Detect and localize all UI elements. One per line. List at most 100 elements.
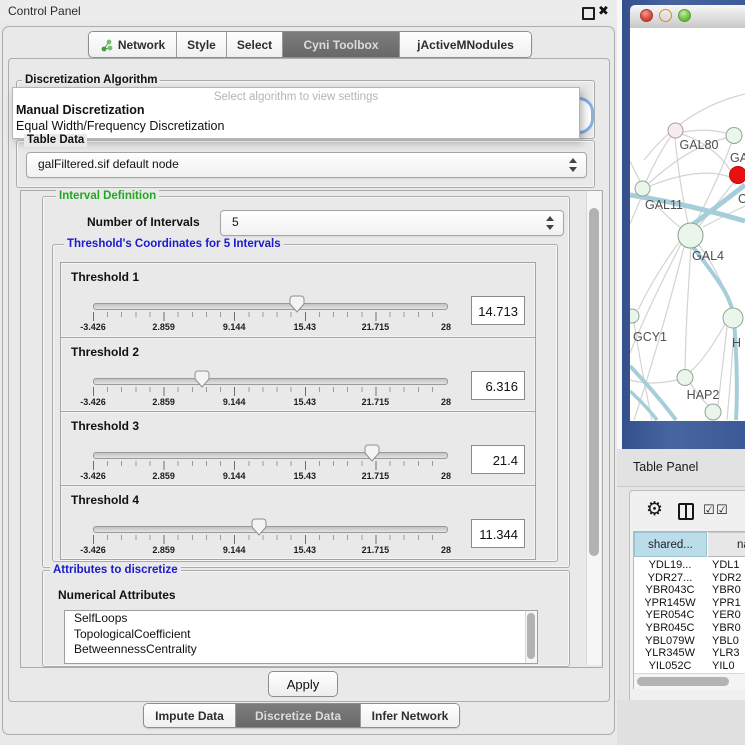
threshold-4-value[interactable]: 11.344	[471, 519, 525, 548]
node-gal11[interactable]	[635, 181, 650, 196]
list-item[interactable]: TopologicalCoefficient	[65, 627, 537, 643]
label-ga: GA	[730, 151, 745, 165]
tab-impute-data[interactable]: Impute Data	[144, 704, 236, 727]
table-row[interactable]: YBL079WYBL0	[634, 635, 745, 648]
table-rows: YDL19...YDL1 YDR27...YDR2 YBR043CYBR0 YP…	[634, 559, 745, 672]
tick-label: 21.715	[362, 397, 390, 407]
threshold-3-slider[interactable]: -3.426 2.859 9.144 15.43 21.715 28	[93, 412, 446, 485]
column-header-name[interactable]: na	[708, 532, 745, 557]
tab-style[interactable]: Style	[177, 32, 227, 57]
tab-cyni-toolbox[interactable]: Cyni Toolbox	[283, 32, 400, 57]
node-ga[interactable]	[726, 128, 742, 144]
slider-thumb[interactable]	[251, 518, 267, 536]
slider-thumb[interactable]	[364, 444, 380, 462]
tick-label: 9.144	[223, 471, 246, 481]
threshold-1-value[interactable]: 14.713	[471, 296, 525, 325]
mac-close-light[interactable]	[640, 9, 653, 22]
list-scrollbar-thumb[interactable]	[527, 613, 535, 659]
threshold-3-value[interactable]: 21.4	[471, 445, 525, 474]
node-red-selected[interactable]	[730, 167, 745, 184]
horizontal-scrollbar-thumb[interactable]	[637, 677, 729, 686]
gear-icon[interactable]: ⚙	[646, 498, 663, 521]
tick-label: 21.715	[362, 322, 390, 332]
mac-zoom-light[interactable]	[678, 9, 691, 22]
tick-label: -3.426	[80, 545, 106, 555]
node-gcy1[interactable]	[630, 309, 639, 323]
threshold-2-value[interactable]: 6.316	[471, 371, 525, 400]
table-row[interactable]: YIL052CYIL0	[634, 660, 745, 672]
list-item[interactable]: SelfLoops	[65, 611, 537, 627]
mac-minimize-light[interactable]	[659, 9, 672, 22]
tab-select[interactable]: Select	[227, 32, 283, 57]
table-row[interactable]: YER054CYER0	[634, 609, 745, 622]
slider-track[interactable]	[93, 526, 448, 533]
tick-label: 2.859	[152, 397, 175, 407]
node-gal4[interactable]	[678, 223, 703, 248]
threshold-1-slider[interactable]: -3.426 2.859 9.144 15.43 21.715 28	[93, 263, 446, 337]
slider-track[interactable]	[93, 452, 448, 459]
popup-item-equal-width-frequency[interactable]: Equal Width/Frequency Discretization	[13, 119, 579, 135]
table-row[interactable]: YBR043CYBR0	[634, 584, 745, 597]
number-of-intervals-value: 5	[232, 215, 239, 229]
thresholds-group-label: Threshold's Coordinates for 5 Intervals	[64, 238, 284, 251]
close-icon[interactable]: ✖	[598, 3, 609, 19]
checkbox-icon[interactable]: ☑	[703, 502, 715, 518]
network-window-titlebar[interactable]	[630, 5, 745, 29]
tab-network[interactable]: Network	[89, 32, 177, 57]
tick-label: 9.144	[223, 322, 246, 332]
tick-label: 21.715	[362, 545, 390, 555]
threshold-4-slider[interactable]: -3.426 2.859 9.144 15.43 21.715 28	[93, 486, 446, 559]
table-row[interactable]: YDR27...YDR2	[634, 572, 745, 585]
control-panel-title: Control Panel	[8, 4, 81, 18]
vertical-scrollbar-thumb[interactable]	[589, 208, 599, 556]
network-canvas[interactable]: GAL80 GA C GAL11 GAL4 GCY1 H HAP2	[630, 28, 745, 421]
table-row[interactable]: YLR345WYLR3	[634, 647, 745, 660]
checkbox-icon[interactable]: ☑	[716, 502, 728, 518]
table-row[interactable]: YBR045CYBR0	[634, 622, 745, 635]
tab-discretize-data[interactable]: Discretize Data	[236, 704, 361, 727]
table-data-combo-value: galFiltered.sif default node	[38, 157, 179, 171]
attributes-group-label: Attributes to discretize	[50, 564, 181, 577]
threshold-2-slider[interactable]: -3.426 2.859 9.144 15.43 21.715 28	[93, 338, 446, 411]
table-row[interactable]: YPR145WYPR1	[634, 597, 745, 610]
numerical-attributes-label: Numerical Attributes	[58, 588, 176, 602]
slider-track[interactable]	[93, 378, 448, 385]
algorithm-dropdown-popup: Select algorithm to view settings Manual…	[12, 87, 580, 139]
column-header-shared[interactable]: shared...	[634, 532, 707, 557]
table-data-combo[interactable]: galFiltered.sif default node	[26, 152, 587, 178]
tick-label: 15.43	[294, 397, 317, 407]
columns-icon[interactable]	[678, 503, 694, 520]
tick-label: -3.426	[80, 322, 106, 332]
float-window-icon[interactable]	[582, 7, 595, 20]
apply-button[interactable]: Apply	[268, 671, 338, 697]
slider-track[interactable]	[93, 303, 448, 310]
list-item[interactable]: BetweennessCentrality	[65, 642, 537, 658]
horizontal-scrollbar[interactable]	[634, 673, 745, 689]
tick-label: 9.144	[223, 397, 246, 407]
node-bottom[interactable]	[705, 404, 721, 420]
node-gal80[interactable]	[668, 123, 683, 138]
popup-item-manual-discretization[interactable]: Manual Discretization	[13, 103, 579, 119]
bottom-tab-bar: Impute Data Discretize Data Infer Networ…	[143, 703, 460, 728]
node-hap2[interactable]	[677, 370, 693, 386]
tab-jactivemnodules[interactable]: jActiveMNodules	[400, 32, 531, 57]
list-scrollbar[interactable]	[525, 611, 537, 663]
tick-label: 9.144	[223, 545, 246, 555]
tick-label: 28	[441, 322, 451, 332]
slider-thumb[interactable]	[289, 295, 305, 313]
screen: Control Panel ✖ Network Style Select Cyn…	[0, 0, 745, 745]
number-of-intervals-combo[interactable]: 5	[220, 210, 564, 236]
tab-infer-network[interactable]: Infer Network	[361, 704, 459, 727]
table-panel-title: Table Panel	[633, 460, 698, 474]
threshold-1-panel: Threshold 1 -3.426 2.859 9.144 15.43 21.…	[60, 262, 536, 338]
numerical-attributes-list[interactable]: SelfLoops TopologicalCoefficient Between…	[64, 610, 538, 664]
tick-label: -3.426	[80, 397, 106, 407]
table-row[interactable]: YDL19...YDL1	[634, 559, 745, 572]
table-data-label: Table Data	[24, 134, 87, 147]
node-h[interactable]	[723, 308, 743, 328]
label-gcy1: GCY1	[633, 330, 667, 344]
label-gal11: GAL11	[645, 198, 683, 212]
slider-thumb[interactable]	[194, 370, 210, 388]
vertical-scrollbar[interactable]	[586, 191, 601, 665]
number-of-intervals-label: Number of Intervals	[87, 215, 200, 229]
